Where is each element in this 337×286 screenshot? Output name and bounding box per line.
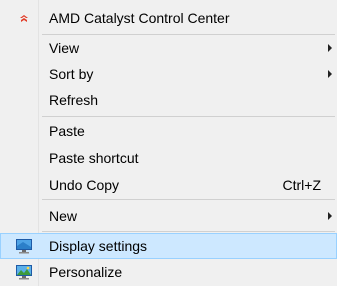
- menu-item-amd-catalyst[interactable]: AMD Catalyst Control Center: [0, 5, 337, 31]
- menu-item-label: Personalize: [49, 264, 123, 280]
- menu-item-paste[interactable]: Paste: [0, 118, 337, 144]
- menu-separator: [42, 116, 335, 117]
- submenu-arrow-icon: [328, 44, 332, 52]
- menu-item-label: Sort by: [49, 66, 94, 82]
- menu-item-paste-shortcut[interactable]: Paste shortcut: [0, 145, 337, 171]
- menu-item-label: New: [49, 208, 78, 224]
- menu-item-personalize[interactable]: Personalize: [0, 259, 337, 285]
- keyboard-shortcut: Ctrl+Z: [282, 177, 322, 193]
- menu-item-view[interactable]: View: [0, 35, 337, 61]
- submenu-arrow-icon: [328, 70, 332, 78]
- menu-separator: [42, 199, 335, 200]
- display-settings-icon: [16, 239, 32, 254]
- menu-item-label: View: [49, 40, 80, 56]
- menu-item-label: Paste shortcut: [49, 150, 139, 166]
- menu-item-label: Undo Copy: [49, 177, 120, 193]
- menu-separator: [42, 231, 335, 232]
- submenu-arrow-icon: [328, 212, 332, 220]
- menu-item-label: AMD Catalyst Control Center: [49, 10, 230, 26]
- desktop-context-menu: AMD Catalyst Control Center View Sort by…: [0, 0, 337, 286]
- personalize-icon: [16, 265, 32, 280]
- menu-item-sort-by[interactable]: Sort by: [0, 61, 337, 87]
- menu-item-undo-copy[interactable]: Undo Copy Ctrl+Z: [0, 172, 337, 198]
- menu-item-refresh[interactable]: Refresh: [0, 87, 337, 113]
- menu-item-display-settings[interactable]: Display settings: [0, 233, 337, 259]
- menu-item-new[interactable]: New: [0, 203, 337, 229]
- menu-item-label: Paste: [49, 123, 85, 139]
- menu-item-label: Display settings: [49, 238, 148, 254]
- amd-catalyst-icon: [20, 15, 28, 22]
- menu-item-label: Refresh: [49, 92, 99, 108]
